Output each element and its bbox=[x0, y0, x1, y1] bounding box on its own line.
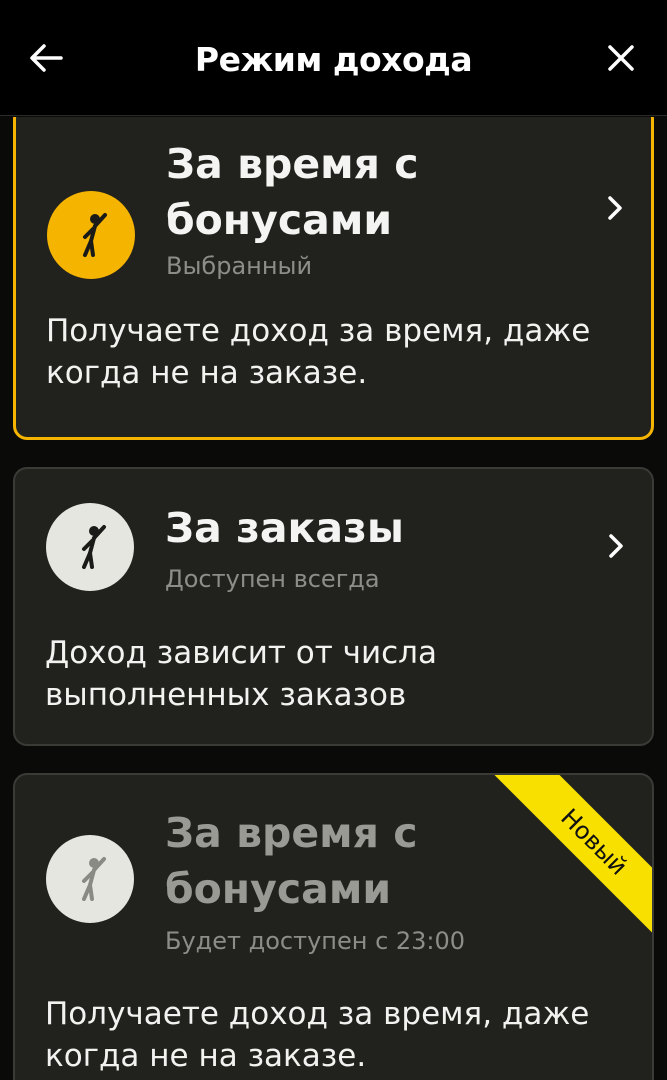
close-icon bbox=[608, 45, 634, 71]
income-mode-list: За время с бонусами Выбранный Получаете … bbox=[0, 117, 667, 1080]
chevron-right-icon bbox=[604, 531, 628, 561]
close-button[interactable] bbox=[599, 36, 643, 80]
mode-description: Доход зависит от числа выполненных заказ… bbox=[45, 635, 437, 713]
mode-title: За время с бонусами bbox=[165, 809, 418, 913]
mode-status: Будет доступен с 23:00 bbox=[165, 927, 466, 955]
person-waving-icon bbox=[83, 213, 107, 257]
page-title: Режим дохода bbox=[194, 40, 473, 79]
mode-title: За время с бонусами bbox=[166, 140, 419, 244]
mode-card-orders[interactable]: За заказы Доступен всегда Доход зависит … bbox=[13, 467, 654, 746]
person-waving-icon bbox=[82, 857, 106, 901]
mode-status: Выбранный bbox=[166, 252, 313, 280]
mode-card-time-bonus-upcoming[interactable]: Новый За время с бонусами Будет доступен… bbox=[13, 773, 654, 1080]
top-bar: Режим дохода bbox=[0, 0, 667, 116]
mode-description: Получаете доход за время, даже когда не … bbox=[46, 313, 591, 391]
chevron-right-icon bbox=[603, 193, 627, 223]
person-waving-icon bbox=[82, 525, 106, 569]
mode-icon bbox=[46, 835, 134, 923]
mode-icon bbox=[46, 503, 134, 591]
mode-description: Получаете доход за время, даже когда не … bbox=[45, 996, 590, 1074]
mode-status: Доступен всегда bbox=[165, 565, 380, 593]
mode-icon bbox=[47, 191, 135, 279]
mode-title: За заказы bbox=[165, 504, 404, 552]
mode-card-time-bonus-selected[interactable]: За время с бонусами Выбранный Получаете … bbox=[13, 117, 654, 440]
